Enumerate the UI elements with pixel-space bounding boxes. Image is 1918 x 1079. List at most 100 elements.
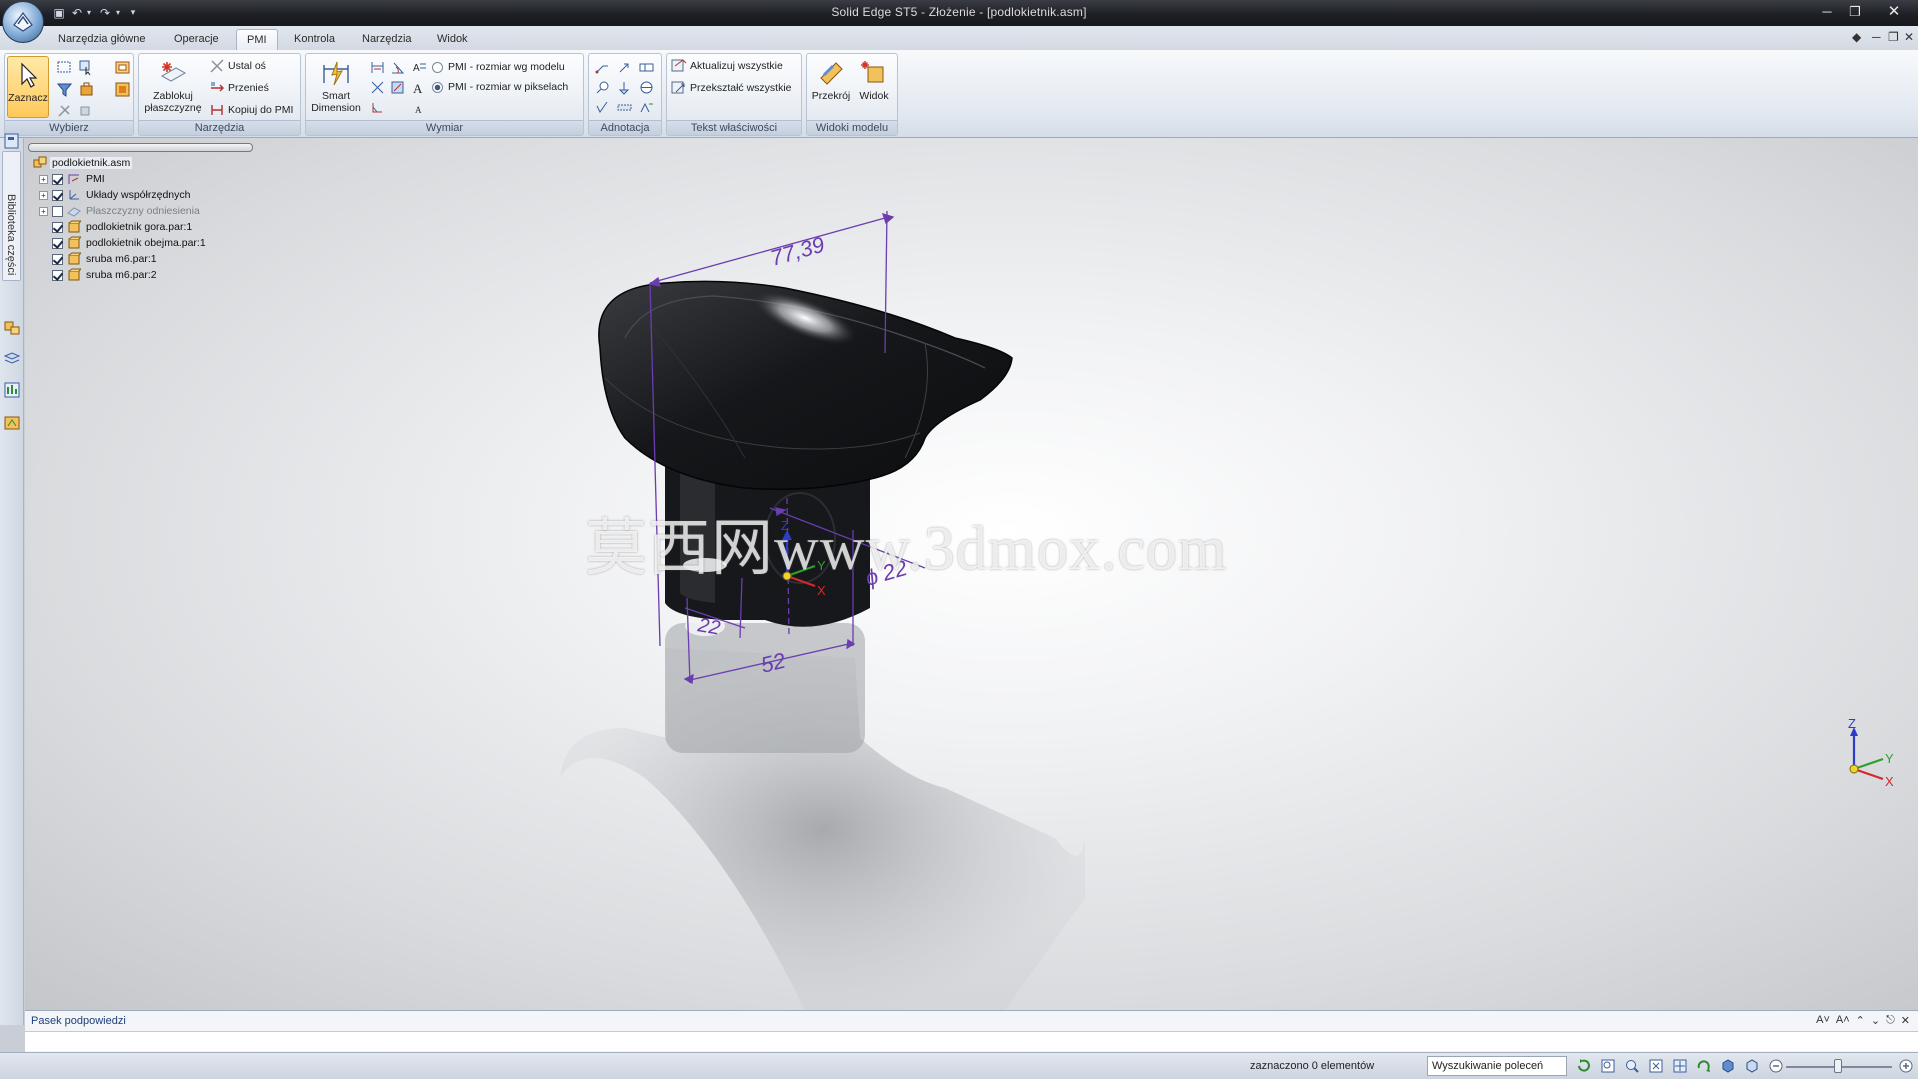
view-style-icon[interactable] xyxy=(1744,1058,1760,1074)
callout-icon[interactable] xyxy=(593,58,611,76)
dimension-style-icon[interactable]: A xyxy=(410,58,428,76)
coordinate-dimension-icon[interactable] xyxy=(368,78,386,96)
filter-icon[interactable] xyxy=(55,80,73,98)
przeksztalc-wszystkie-button[interactable]: Przekształć wszystkie xyxy=(671,79,792,97)
family-of-assemblies-icon[interactable] xyxy=(3,318,21,336)
coordinate-system-icon xyxy=(69,190,79,200)
layers-icon[interactable] xyxy=(3,350,21,368)
tree-row-part[interactable]: podlokietnik obejma.par:1 xyxy=(52,235,208,251)
rotate-icon[interactable] xyxy=(1696,1058,1712,1074)
tree-row-reference-planes[interactable]: + Płaszczyzny odniesienia xyxy=(39,203,202,219)
tree-scroll-handle[interactable] xyxy=(28,143,253,152)
datum-target-icon[interactable] xyxy=(637,78,655,96)
pmi-wg-modelu-radio[interactable] xyxy=(432,61,443,73)
select-tool-icon[interactable] xyxy=(55,102,73,120)
tree-row-part[interactable]: podlokietnik gora.par:1 xyxy=(52,219,194,235)
tree-row-part[interactable]: sruba m6.par:2 xyxy=(52,267,159,283)
chamfer-dimension-icon[interactable] xyxy=(368,98,386,116)
help-icon[interactable]: ◆ xyxy=(1852,30,1861,44)
leader-icon[interactable] xyxy=(615,58,633,76)
expand-down-icon[interactable]: ⌄ xyxy=(1871,1014,1880,1027)
pmi-w-pikselach-option[interactable]: PMI - rozmiar w pikselach xyxy=(432,78,568,96)
tab-pmi[interactable]: PMI xyxy=(236,29,278,50)
font-decrease-icon[interactable]: A˄ xyxy=(1836,1014,1850,1027)
tab-narzedzia[interactable]: Narzędzia xyxy=(352,29,422,50)
select-cursor-icon[interactable] xyxy=(77,58,95,76)
tree-row-assembly[interactable]: podlokietnik.asm xyxy=(33,155,133,171)
kopiuj-do-pmi-button[interactable]: Kopiuj do PMI xyxy=(209,101,293,119)
edge-condition-icon[interactable] xyxy=(637,98,655,116)
restore-button[interactable]: ❐ xyxy=(1843,3,1867,21)
visibility-checkbox[interactable] xyxy=(52,221,63,233)
tab-operacje[interactable]: Operacje xyxy=(164,29,229,50)
zaznacz-button[interactable]: Zaznacz xyxy=(7,56,49,118)
tree-row-pmi[interactable]: + PMI xyxy=(39,171,107,187)
doc-minimize-button[interactable]: ─ xyxy=(1872,30,1881,44)
refresh-view-icon[interactable] xyxy=(1576,1058,1592,1074)
visibility-checkbox[interactable] xyxy=(52,269,63,281)
zoom-out-icon[interactable] xyxy=(1768,1058,1784,1074)
angle-between-icon[interactable] xyxy=(388,58,406,76)
select-part-icon[interactable] xyxy=(77,80,95,98)
feature-control-frame-icon[interactable] xyxy=(637,58,655,76)
tree-row-part[interactable]: sruba m6.par:1 xyxy=(52,251,159,267)
text-size-small-icon[interactable]: A xyxy=(410,98,428,116)
tree-row-coordinate-systems[interactable]: + Układy współrzędnych xyxy=(39,187,192,203)
tab-kontrola[interactable]: Kontrola xyxy=(284,29,345,50)
expand-icon[interactable]: + xyxy=(39,206,48,216)
application-button[interactable] xyxy=(2,1,44,43)
visibility-checkbox[interactable] xyxy=(52,237,63,249)
close-prompt-icon[interactable]: ✕ xyxy=(1901,1014,1910,1027)
tab-widok[interactable]: Widok xyxy=(427,29,478,50)
zoom-slider-thumb[interactable] xyxy=(1834,1059,1842,1073)
przekroj-button[interactable]: Przekrój xyxy=(809,58,853,102)
minimize-button[interactable]: ─ xyxy=(1815,3,1839,21)
select-tools-icon[interactable] xyxy=(3,414,21,432)
pathfinder-icon[interactable] xyxy=(3,132,21,150)
symmetric-diameter-icon[interactable] xyxy=(388,78,406,96)
widok-button[interactable]: Widok xyxy=(853,58,895,102)
sensors-icon[interactable] xyxy=(3,381,21,399)
prompt-input[interactable] xyxy=(25,1031,1918,1051)
pmi-w-pikselach-radio[interactable] xyxy=(432,81,443,93)
distance-between-icon[interactable] xyxy=(368,58,386,76)
select-highlight-icon[interactable] xyxy=(113,80,131,98)
zablokuj-plaszczyzne-button[interactable]: Zablokuj płaszczyznę xyxy=(143,58,203,114)
pmi-wg-modelu-label: PMI - rozmiar wg modelu xyxy=(448,61,565,73)
font-increase-icon[interactable]: A˅ xyxy=(1816,1014,1830,1027)
text-size-large-icon[interactable]: A xyxy=(410,78,428,96)
visibility-checkbox[interactable] xyxy=(52,253,63,265)
zoom-icon[interactable] xyxy=(1624,1058,1640,1074)
fit-icon[interactable] xyxy=(1648,1058,1664,1074)
zoom-area-icon[interactable] xyxy=(1600,1058,1616,1074)
smart-dimension-button[interactable]: Smart Dimension xyxy=(308,58,364,114)
surface-texture-icon[interactable] xyxy=(593,98,611,116)
datum-frame-icon[interactable] xyxy=(615,78,633,96)
expand-icon[interactable]: + xyxy=(39,174,48,184)
aktualizuj-wszystkie-button[interactable]: Aktualizuj wszystkie xyxy=(671,57,783,75)
tab-narzedzia-glowne[interactable]: Narzędzia główne xyxy=(48,29,155,50)
expand-icon[interactable]: + xyxy=(39,190,48,200)
visibility-checkbox[interactable] xyxy=(52,189,63,201)
close-button[interactable]: ✕ xyxy=(1882,3,1906,21)
pmi-wg-modelu-option[interactable]: PMI - rozmiar wg modelu xyxy=(432,58,565,76)
pin-icon[interactable]: ⎋ xyxy=(1886,1014,1895,1027)
biblioteka-czesci-tab[interactable]: Biblioteka części xyxy=(2,151,21,281)
select-options-icon[interactable] xyxy=(77,102,95,120)
view-triad[interactable]: Z Y X xyxy=(1848,716,1894,789)
ustal-os-button[interactable]: Ustal oś xyxy=(209,57,266,75)
balloon-icon[interactable] xyxy=(593,78,611,96)
select-window-icon[interactable] xyxy=(55,58,73,76)
pan-icon[interactable] xyxy=(1672,1058,1688,1074)
zoom-in-icon[interactable] xyxy=(1898,1058,1914,1074)
weld-symbol-icon[interactable] xyxy=(615,98,633,116)
doc-restore-button[interactable]: ❐ xyxy=(1888,30,1899,44)
visibility-checkbox[interactable] xyxy=(52,205,63,217)
przenies-button[interactable]: Przenieś xyxy=(209,79,269,97)
view-orientation-icon[interactable] xyxy=(1720,1058,1736,1074)
collapse-up-icon[interactable]: ⌃ xyxy=(1856,1014,1865,1027)
command-search-input[interactable]: Wyszukiwanie poleceń xyxy=(1427,1056,1567,1076)
doc-close-button[interactable]: ✕ xyxy=(1904,30,1914,44)
visibility-checkbox[interactable] xyxy=(52,173,63,185)
select-frame-icon[interactable] xyxy=(113,58,131,76)
